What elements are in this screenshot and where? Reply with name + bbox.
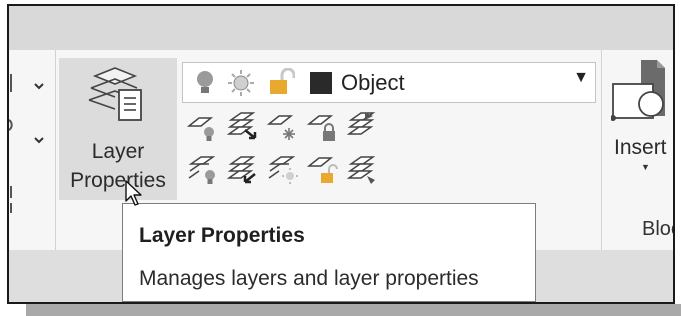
tooltip-description: Manages layers and layer properties (139, 267, 479, 290)
layer-properties-label-line1: Layer (91, 140, 145, 163)
layer-lock-icon[interactable] (307, 112, 339, 144)
ribbon-title-band (9, 6, 673, 50)
layer-off-icon[interactable] (187, 112, 219, 144)
panel-separator (601, 50, 602, 250)
insert-label: Insert (614, 136, 667, 159)
window-shadow (26, 304, 681, 316)
panel-separator (55, 50, 56, 250)
chevron-down-icon: ▼ (573, 69, 589, 86)
tooltip-title: Layer Properties (139, 224, 305, 247)
current-layer-name: Object (341, 70, 405, 95)
layer-walk-icon[interactable] (347, 154, 379, 186)
layer-isolate-icon[interactable] (227, 110, 259, 142)
previous-panel-tools (9, 74, 44, 213)
layer-properties-icon (88, 67, 142, 121)
layer-color-swatch (310, 72, 332, 94)
bulb-icon (197, 71, 213, 93)
blocks-panel-title: Bloc (642, 218, 673, 240)
insert-block-button[interactable]: Insert ▼ (607, 58, 673, 196)
chevron-down-icon: ▼ (641, 162, 650, 172)
layer-unlock-icon[interactable] (307, 154, 339, 186)
sun-icon (228, 70, 254, 96)
ribbon-screenshot-frame: Layer Properties Object ▼ Insert ▼ Blo L… (7, 4, 675, 304)
unlock-icon (270, 68, 295, 94)
mouse-pointer-icon (125, 180, 142, 206)
layer-unisolate-icon[interactable] (227, 154, 259, 186)
layer-on-icon[interactable] (187, 154, 219, 186)
layer-thaw-icon[interactable] (267, 154, 299, 186)
layer-properties-label-line2: Properties (70, 169, 166, 192)
layer-dropdown[interactable]: Object ▼ (182, 62, 596, 103)
layer-freeze-icon[interactable] (267, 112, 299, 144)
tooltip: Layer Properties Manages layers and laye… (122, 203, 536, 302)
insert-block-icon (611, 60, 665, 121)
layer-match-icon[interactable] (347, 110, 379, 142)
layer-properties-button[interactable]: Layer Properties (59, 58, 177, 200)
